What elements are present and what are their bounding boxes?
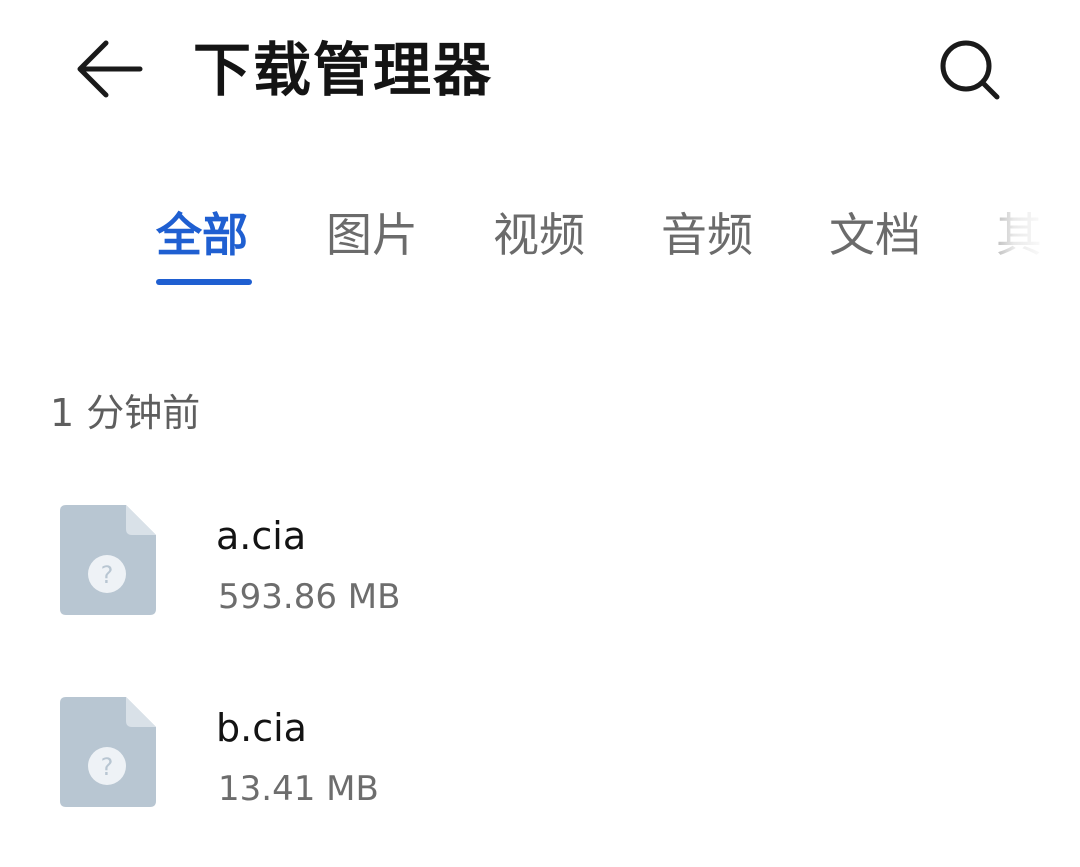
active-tab-indicator <box>156 279 252 285</box>
app-header: 下载管理器 <box>0 0 1080 140</box>
tab-audio[interactable]: 音频 <box>661 204 753 266</box>
page-title: 下载管理器 <box>193 36 494 104</box>
file-name: b.cia <box>216 706 307 750</box>
list-item-file[interactable]: ? b.cia 13.41 MB <box>0 697 1080 847</box>
tab-images[interactable]: 图片 <box>326 204 418 266</box>
list-item-file[interactable]: ? a.cia 593.86 MB <box>0 505 1080 655</box>
tab-other[interactable]: 其 <box>996 204 1042 266</box>
category-tabs: 全部 图片 视频 音频 文档 其 <box>0 190 1080 300</box>
section-header-time: 1 分钟前 <box>50 391 201 435</box>
svg-text:?: ? <box>101 561 114 589</box>
svg-text:?: ? <box>101 753 114 781</box>
tab-all[interactable]: 全部 <box>156 204 248 266</box>
tab-videos[interactable]: 视频 <box>493 204 585 266</box>
back-button[interactable] <box>70 34 146 104</box>
search-icon <box>940 40 1000 100</box>
file-size: 593.86 MB <box>218 577 401 617</box>
file-size: 13.41 MB <box>218 769 379 809</box>
arrow-left-icon <box>77 40 143 98</box>
tab-documents[interactable]: 文档 <box>829 204 921 266</box>
unknown-file-icon: ? <box>60 697 156 807</box>
search-button[interactable] <box>930 30 1010 110</box>
unknown-file-icon: ? <box>60 505 156 615</box>
file-name: a.cia <box>216 514 307 558</box>
